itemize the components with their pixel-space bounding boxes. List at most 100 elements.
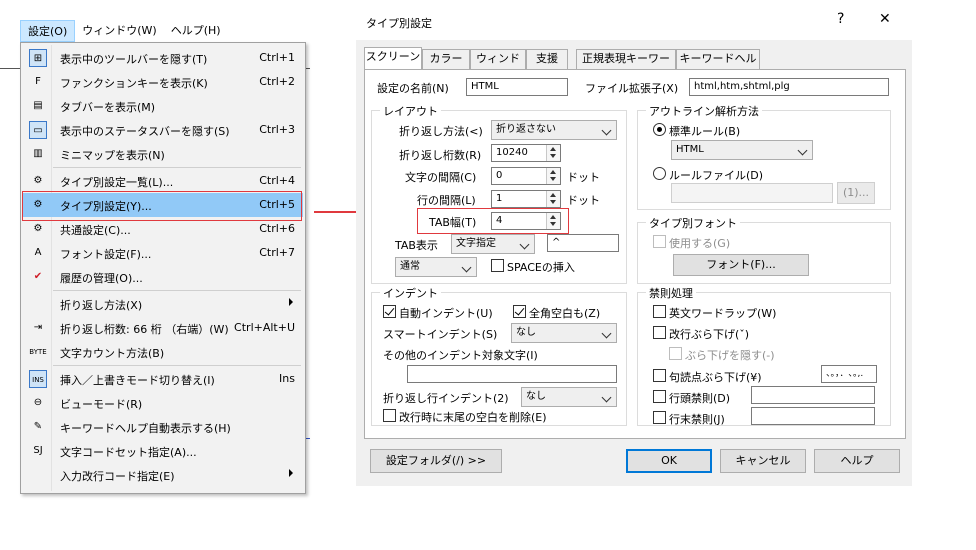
- menu-item-label: ファンクションキーを表示(K): [60, 77, 208, 90]
- ext-input[interactable]: html,htm,shtml,plg: [689, 78, 889, 96]
- menu-item-9[interactable]: A フォント設定(F)... Ctrl+7: [23, 241, 303, 265]
- help-button[interactable]: ヘルプ: [814, 449, 900, 473]
- chevron-down-icon: [601, 125, 612, 136]
- menu-settings[interactable]: 設定(O): [20, 20, 76, 42]
- menu-item-label: 折り返し桁数: 66 桁 （右端）(W): [60, 323, 229, 336]
- line-tail-kinsoku-input[interactable]: [751, 407, 875, 425]
- menu-help[interactable]: ヘルプ(H): [164, 20, 228, 42]
- smart-indent-select[interactable]: なし: [511, 323, 617, 343]
- punct-hang-input[interactable]: 、。，．､｡,.: [821, 365, 877, 383]
- view-mode-icon: ⊖: [33, 397, 43, 408]
- standard-rule-value: HTML: [676, 144, 704, 155]
- hide-hang-checkbox[interactable]: [669, 347, 682, 360]
- standard-rule-select[interactable]: HTML: [671, 140, 813, 160]
- line-spacing-unit: ドット: [567, 194, 600, 207]
- spinner-arrows-icon[interactable]: [546, 191, 560, 207]
- wrap-cols-spinner[interactable]: 10240: [491, 144, 561, 162]
- menu-item-15[interactable]: ⊖ ビューモード(R): [23, 391, 303, 415]
- tab-char-input[interactable]: ^: [547, 234, 619, 252]
- spinner-arrows-icon[interactable]: [546, 213, 560, 229]
- smart-indent-value: なし: [516, 327, 536, 338]
- menu-item-4[interactable]: ▭ 表示中のステータスバーを隠す(S) Ctrl+3: [23, 118, 303, 142]
- space-insert-checkbox[interactable]: [491, 259, 504, 272]
- menu-separator: [53, 365, 301, 366]
- punct-hang-checkbox[interactable]: [653, 369, 666, 382]
- wrap-method-select[interactable]: 折り返さない: [491, 120, 617, 140]
- line-tail-kinsoku-checkbox[interactable]: [653, 411, 666, 424]
- close-icon[interactable]: ✕: [879, 11, 891, 27]
- statusbar-icon: ▭: [29, 121, 47, 139]
- cancel-button[interactable]: キャンセル: [720, 449, 806, 473]
- tab-keyword-help[interactable]: キーワードヘルプ: [676, 49, 760, 83]
- line-head-kinsoku-checkbox[interactable]: [653, 390, 666, 403]
- ok-button[interactable]: OK: [626, 449, 712, 473]
- trim-trailing-space-checkbox[interactable]: [383, 409, 396, 422]
- menu-item-label: 表示中のステータスバーを隠す(S): [60, 125, 230, 138]
- byte-icon: BYTE: [29, 348, 47, 356]
- tab-support[interactable]: 支援: [526, 49, 568, 69]
- type-font-button[interactable]: フォント(F)...: [673, 254, 809, 276]
- fullwidth-space-checkbox[interactable]: [513, 305, 526, 318]
- menu-item-label: 表示中のツールバーを隠す(T): [60, 53, 208, 66]
- menu-item-12[interactable]: ⇥ 折り返し桁数: 66 桁 （右端）(W) Ctrl+Alt+U: [23, 316, 303, 340]
- chevron-down-icon: [601, 328, 612, 339]
- menu-item-11[interactable]: 折り返し方法(X): [23, 292, 303, 316]
- punct-hang-label: 句読点ぶら下げ(¥): [669, 371, 762, 384]
- menu-item-18[interactable]: 入力改行コード指定(E): [23, 463, 303, 487]
- menu-item-6[interactable]: ⚙ タイプ別設定一覧(L)... Ctrl+4: [23, 169, 303, 193]
- rule-file-input[interactable]: [671, 183, 833, 203]
- tab-color[interactable]: カラー: [422, 49, 470, 69]
- use-type-font-label: 使用する(G): [669, 237, 731, 250]
- menu-item-2[interactable]: F ファンクションキーを表示(K) Ctrl+2: [23, 70, 303, 94]
- tab-regex-keyword[interactable]: 正規表現キーワード: [576, 49, 676, 83]
- rule-file-browse-button[interactable]: (1)...: [837, 182, 875, 204]
- wrap-indent-select[interactable]: なし: [521, 387, 617, 407]
- spinner-arrows-icon[interactable]: [546, 168, 560, 184]
- wrap-cols-label: 折り返し桁数(R): [399, 149, 482, 162]
- spinner-arrows-icon[interactable]: [546, 145, 560, 161]
- tab-arrow-value: 通常: [400, 261, 420, 272]
- tab-display-select[interactable]: 文字指定: [451, 234, 535, 254]
- menubar: 設定(O) ウィンドウ(W) ヘルプ(H): [20, 20, 310, 42]
- tab-screen[interactable]: スクリーン: [364, 47, 422, 70]
- type-list-icon: ⚙: [33, 175, 43, 186]
- font-icon: A: [34, 247, 42, 258]
- tab-bar-icon: ▤: [33, 100, 43, 111]
- line-spacing-value: 1: [496, 193, 503, 204]
- name-input[interactable]: HTML: [466, 78, 568, 96]
- menu-item-shortcut: Ins: [279, 372, 295, 385]
- menu-item-1[interactable]: ⊞ 表示中のツールバーを隠す(T) Ctrl+1: [23, 46, 303, 70]
- menu-item-label: 入力改行コード指定(E): [60, 470, 175, 483]
- menu-item-5[interactable]: ▥ ミニマップを表示(N): [23, 142, 303, 166]
- newline-hang-checkbox[interactable]: [653, 326, 666, 339]
- menu-item-label: 文字カウント方法(B): [60, 347, 165, 360]
- help-icon[interactable]: ?: [837, 11, 844, 27]
- menu-item-label: キーワードヘルプ自動表示する(H): [60, 422, 231, 435]
- tab-arrow-select[interactable]: 通常: [395, 257, 477, 277]
- standard-rule-radio[interactable]: [653, 123, 666, 136]
- menu-item-10[interactable]: ✔ 履歴の管理(O)...: [23, 265, 303, 289]
- other-indent-chars-input[interactable]: [407, 365, 617, 383]
- auto-indent-checkbox[interactable]: [383, 305, 396, 318]
- line-spacing-spinner[interactable]: 1: [491, 190, 561, 208]
- trim-trailing-space-label: 改行時に末尾の空白を削除(E): [399, 411, 547, 424]
- line-head-kinsoku-input[interactable]: [751, 386, 875, 404]
- menu-item-label: 文字コードセット指定(A)...: [60, 446, 197, 459]
- menu-item-3[interactable]: ▤ タブバーを表示(M): [23, 94, 303, 118]
- menu-item-17[interactable]: SJ 文字コードセット指定(A)...: [23, 439, 303, 463]
- menu-item-14[interactable]: INS 挿入／上書きモード切り替え(I) Ins: [23, 367, 303, 391]
- tab-window[interactable]: ウィンドウ: [470, 49, 526, 83]
- wrap-indent-label: 折り返し行インデント(2): [383, 392, 509, 405]
- menu-item-13[interactable]: BYTE 文字カウント方法(B): [23, 340, 303, 364]
- tab-display-label: TAB表示: [395, 239, 438, 252]
- function-keys-icon: F: [35, 76, 41, 87]
- settings-folder-button[interactable]: 設定フォルダ(/) >>: [370, 449, 502, 473]
- char-spacing-spinner[interactable]: 0: [491, 167, 561, 185]
- tab-display-value: 文字指定: [456, 238, 496, 249]
- word-wrap-checkbox[interactable]: [653, 305, 666, 318]
- tab-width-spinner[interactable]: 4: [491, 212, 561, 230]
- menu-item-16[interactable]: ✎ キーワードヘルプ自動表示する(H): [23, 415, 303, 439]
- use-type-font-checkbox[interactable]: [653, 235, 666, 248]
- rule-file-radio[interactable]: [653, 167, 666, 180]
- menu-window[interactable]: ウィンドウ(W): [75, 20, 163, 42]
